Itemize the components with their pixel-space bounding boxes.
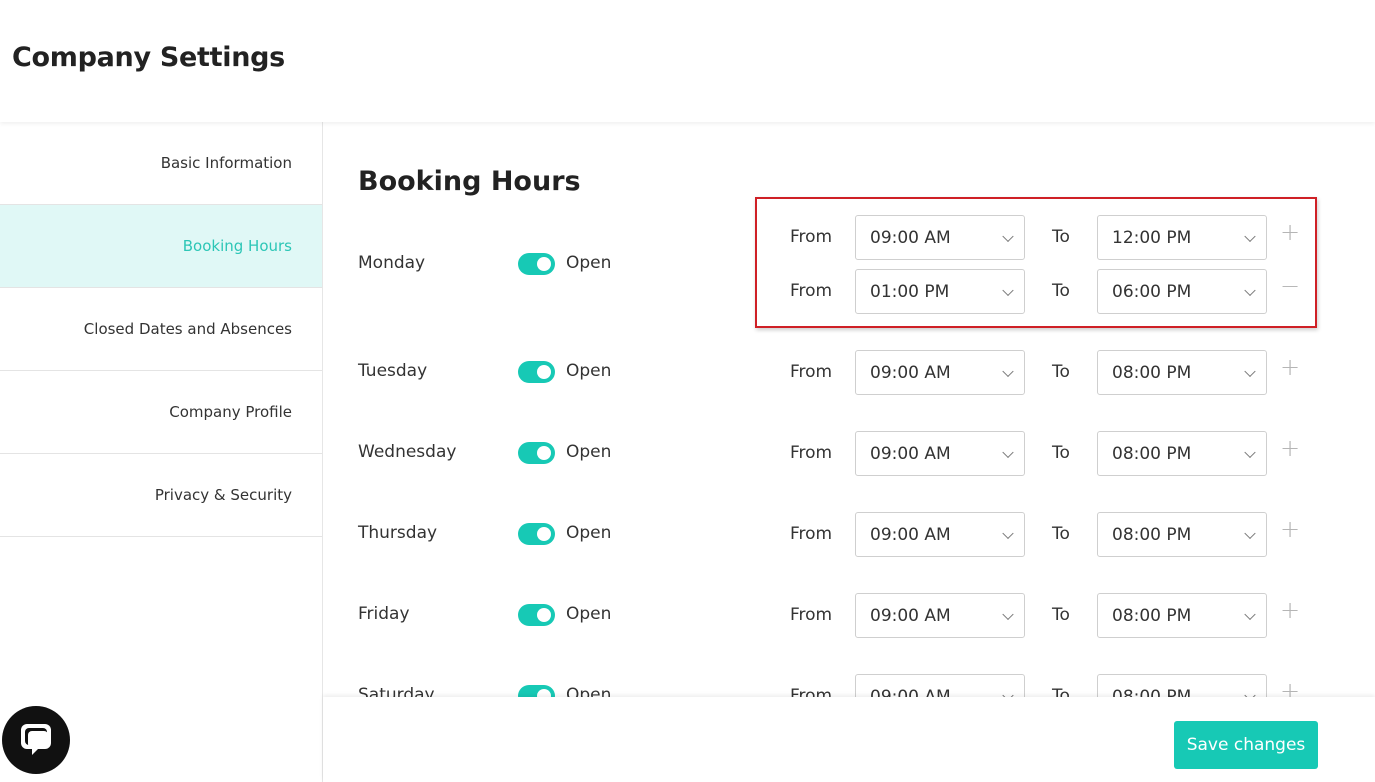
select-value: 09:00 AM — [870, 227, 951, 248]
to-label: To — [1052, 605, 1070, 625]
status-label: Open — [566, 253, 612, 273]
from-time-select[interactable]: 09:00 AM — [855, 512, 1025, 557]
select-value: 06:00 PM — [1112, 281, 1192, 302]
from-label: From — [790, 443, 833, 463]
open-toggle-friday[interactable] — [518, 604, 555, 626]
to-time-select[interactable]: 12:00 PM — [1097, 215, 1267, 260]
select-value: 08:00 PM — [1112, 362, 1192, 383]
chevron-down-icon — [1244, 365, 1256, 377]
sidebar-item-booking-hours[interactable]: Booking Hours — [0, 205, 322, 288]
sidebar-item-basic-information[interactable]: Basic Information — [0, 122, 322, 205]
plus-icon[interactable]: + — [1280, 596, 1300, 624]
sidebar-item-closed-dates[interactable]: Closed Dates and Absences — [0, 288, 322, 371]
chevron-down-icon — [1244, 284, 1256, 296]
from-label: From — [790, 227, 833, 247]
plus-icon[interactable]: + — [1280, 353, 1300, 381]
select-value: 09:00 AM — [870, 605, 951, 626]
to-time-select[interactable]: 08:00 PM — [1097, 512, 1267, 557]
from-label: From — [790, 524, 833, 544]
select-value: 01:00 PM — [870, 281, 950, 302]
chevron-down-icon — [1244, 446, 1256, 458]
from-time-select[interactable]: 09:00 AM — [855, 431, 1025, 476]
status-label: Open — [566, 442, 612, 462]
open-toggle-thursday[interactable] — [518, 523, 555, 545]
day-label-wednesday: Wednesday — [358, 442, 457, 462]
from-label: From — [790, 281, 833, 301]
day-label-monday: Monday — [358, 253, 426, 273]
chevron-down-icon — [1002, 527, 1014, 539]
toggle-knob — [537, 527, 551, 541]
day-label-friday: Friday — [358, 604, 410, 624]
chevron-down-icon — [1244, 527, 1256, 539]
toggle-knob — [537, 365, 551, 379]
plus-icon[interactable]: + — [1280, 218, 1300, 246]
from-time-select[interactable]: 09:00 AM — [855, 215, 1025, 260]
select-value: 08:00 PM — [1112, 443, 1192, 464]
settings-sidebar: Basic Information Booking Hours Closed D… — [0, 122, 323, 782]
chevron-down-icon — [1002, 230, 1014, 242]
sidebar-item-privacy-security[interactable]: Privacy & Security — [0, 454, 322, 537]
status-label: Open — [566, 604, 612, 624]
select-value: 09:00 AM — [870, 443, 951, 464]
sidebar-item-label: Company Profile — [169, 403, 292, 421]
open-toggle-monday[interactable] — [518, 253, 555, 275]
to-time-select[interactable]: 08:00 PM — [1097, 350, 1267, 395]
page-header: Company Settings — [0, 0, 1375, 122]
plus-icon[interactable]: + — [1280, 515, 1300, 543]
open-toggle-wednesday[interactable] — [518, 442, 555, 464]
footer-bar: Save changes — [323, 697, 1375, 782]
sidebar-item-label: Booking Hours — [182, 237, 292, 255]
chevron-down-icon — [1244, 608, 1256, 620]
from-label: From — [790, 362, 833, 382]
from-time-select[interactable]: 09:00 AM — [855, 350, 1025, 395]
toggle-knob — [537, 257, 551, 271]
select-value: 08:00 PM — [1112, 605, 1192, 626]
select-value: 09:00 AM — [870, 362, 951, 383]
to-label: To — [1052, 281, 1070, 301]
plus-icon[interactable]: + — [1280, 434, 1300, 462]
toggle-knob — [537, 608, 551, 622]
chevron-down-icon — [1244, 230, 1256, 242]
to-label: To — [1052, 524, 1070, 544]
to-label: To — [1052, 362, 1070, 382]
chevron-down-icon — [1002, 284, 1014, 296]
to-label: To — [1052, 443, 1070, 463]
toggle-knob — [537, 446, 551, 460]
chevron-down-icon — [1002, 365, 1014, 377]
select-value: 08:00 PM — [1112, 524, 1192, 545]
chat-bubble-icon — [21, 724, 51, 755]
minus-icon[interactable]: − — [1280, 272, 1300, 300]
from-label: From — [790, 605, 833, 625]
day-label-thursday: Thursday — [358, 523, 438, 543]
day-label-tuesday: Tuesday — [358, 361, 428, 381]
status-label: Open — [566, 523, 612, 543]
chevron-down-icon — [1002, 608, 1014, 620]
chat-bubble-button[interactable] — [2, 706, 70, 774]
to-time-select[interactable]: 08:00 PM — [1097, 593, 1267, 638]
from-time-select[interactable]: 01:00 PM — [855, 269, 1025, 314]
sidebar-item-label: Closed Dates and Absences — [83, 320, 292, 338]
to-time-select[interactable]: 06:00 PM — [1097, 269, 1267, 314]
to-time-select[interactable]: 08:00 PM — [1097, 431, 1267, 476]
sidebar-item-company-profile[interactable]: Company Profile — [0, 371, 322, 454]
to-label: To — [1052, 227, 1070, 247]
select-value: 12:00 PM — [1112, 227, 1192, 248]
sidebar-item-label: Basic Information — [160, 154, 292, 172]
chevron-down-icon — [1002, 446, 1014, 458]
sidebar-item-label: Privacy & Security — [154, 486, 292, 504]
status-label: Open — [566, 361, 612, 381]
page-title: Company Settings — [12, 42, 285, 73]
select-value: 09:00 AM — [870, 524, 951, 545]
section-title: Booking Hours — [358, 166, 581, 197]
save-changes-button[interactable]: Save changes — [1174, 721, 1318, 769]
from-time-select[interactable]: 09:00 AM — [855, 593, 1025, 638]
open-toggle-tuesday[interactable] — [518, 361, 555, 383]
